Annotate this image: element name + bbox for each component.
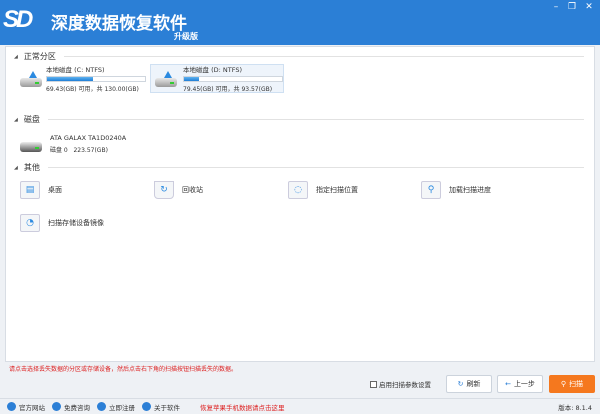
item-label: 桌面 xyxy=(48,186,62,194)
hard-disk-icon xyxy=(20,136,44,152)
other-recycle-bin[interactable]: ↻ 回收站 xyxy=(154,181,203,199)
scan-location-icon: ◌ xyxy=(288,181,308,199)
hard-drive-icon xyxy=(155,70,177,87)
usage-bar xyxy=(183,76,283,82)
app-title: 深度数据恢复软件 xyxy=(51,14,187,34)
partition-name: 本地磁盘 (C: NTFS) xyxy=(46,66,105,74)
free-consult-link[interactable]: 免费咨询 xyxy=(52,402,90,412)
title-bar: SD 深度数据恢复软件 升级版 – ❐ ✕ xyxy=(0,0,600,45)
app-logo: SD xyxy=(3,6,33,33)
arrow-left-icon: ← xyxy=(505,380,511,388)
item-label: 加载扫描进度 xyxy=(449,186,491,194)
search-icon: ⚲ xyxy=(560,380,567,388)
close-button[interactable]: ✕ xyxy=(582,2,596,12)
usage-bar xyxy=(46,76,146,82)
minimize-button[interactable]: – xyxy=(549,2,563,12)
partition-c[interactable]: 本地磁盘 (C: NTFS) 69.43(GB) 可用，共 130.00(GB) xyxy=(16,64,146,93)
about-link[interactable]: 关于软件 xyxy=(142,402,180,412)
footer: 官方网站 免费咨询 立即注册 关于软件 恢复苹果手机数据请点击这里 版本: 8.… xyxy=(0,398,600,414)
other-desktop[interactable]: ▤ 桌面 xyxy=(20,181,62,199)
refresh-icon: ↻ xyxy=(457,380,464,388)
section-disks: ◢ 磁盘 xyxy=(14,114,584,125)
section-others: ◢ 其他 xyxy=(14,162,584,173)
other-scan-location[interactable]: ◌ 指定扫描位置 xyxy=(288,181,358,199)
info-icon xyxy=(142,402,151,411)
disk-image-icon: ◔ xyxy=(20,214,40,232)
section-label: 磁盘 xyxy=(23,115,40,124)
other-disk-image[interactable]: ◔ 扫描存储设备镜像 xyxy=(20,214,104,232)
load-progress-icon: ⚲ xyxy=(421,181,441,199)
disk-size: 223.57(GB) xyxy=(73,146,108,154)
item-label: 指定扫描位置 xyxy=(316,186,358,194)
collapse-icon[interactable]: ◢ xyxy=(14,117,18,123)
home-icon xyxy=(7,402,16,411)
partition-capacity: 69.43(GB) 可用，共 130.00(GB) xyxy=(46,86,139,93)
chat-icon xyxy=(52,402,61,411)
back-button[interactable]: ← 上一步 xyxy=(497,375,543,393)
user-icon xyxy=(97,402,106,411)
disk-model: ATA GALAX TA1D0240A xyxy=(50,133,127,142)
main-panel: ◢ 正常分区 本地磁盘 (C: NTFS) 69.43(GB) 可用，共 130.0… xyxy=(5,46,595,362)
hard-drive-icon xyxy=(20,70,42,87)
section-label: 其他 xyxy=(23,163,40,172)
partition-capacity: 79.45(GB) 可用，共 93.57(GB) xyxy=(183,86,273,93)
collapse-icon[interactable]: ◢ xyxy=(14,165,18,171)
collapse-icon[interactable]: ◢ xyxy=(14,54,18,60)
version-label: 版本: 8.1.4 xyxy=(558,404,592,412)
section-partitions: ◢ 正常分区 xyxy=(14,51,584,62)
partition-d[interactable]: 本地磁盘 (D: NTFS) 79.45(GB) 可用，共 93.57(GB) xyxy=(150,64,284,93)
refresh-button[interactable]: ↻ 刷新 xyxy=(446,375,492,393)
item-label: 扫描存储设备镜像 xyxy=(48,219,104,227)
checkbox-label: 启用扫描参数设置 xyxy=(379,381,431,389)
enable-params-checkbox[interactable]: 启用扫描参数设置 xyxy=(370,379,431,389)
app-edition: 升级版 xyxy=(174,32,198,41)
official-site-link[interactable]: 官方网站 xyxy=(7,402,45,412)
other-load-progress[interactable]: ⚲ 加载扫描进度 xyxy=(421,181,491,199)
item-label: 回收站 xyxy=(182,186,203,194)
restore-button[interactable]: ❐ xyxy=(565,2,579,12)
recycle-bin-icon: ↻ xyxy=(154,181,174,199)
disk-0[interactable]: ATA GALAX TA1D0240A 磁盘 0 223.57(GB) xyxy=(16,129,146,158)
register-link[interactable]: 立即注册 xyxy=(97,402,135,412)
scan-button[interactable]: ⚲ 扫描 xyxy=(549,375,595,393)
section-label: 正常分区 xyxy=(23,52,56,61)
partition-name: 本地磁盘 (D: NTFS) xyxy=(183,66,242,74)
disk-index: 磁盘 0 xyxy=(50,146,68,154)
desktop-icon: ▤ xyxy=(20,181,40,199)
iphone-recovery-link[interactable]: 恢复苹果手机数据请点击这里 xyxy=(200,402,285,412)
status-hint: 请点击选择丢失数据的分区或存储设备，然后点击右下角的扫描按钮扫描丢失的数据。 xyxy=(9,366,238,373)
